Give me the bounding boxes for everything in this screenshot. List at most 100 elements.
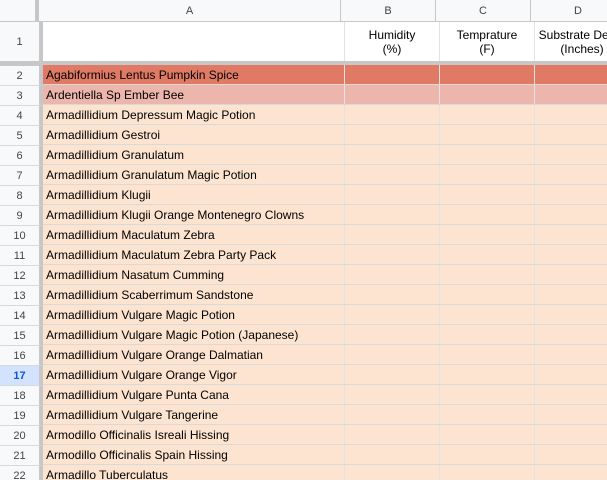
row-number[interactable]: 11 — [0, 246, 43, 266]
select-all-corner[interactable] — [0, 0, 39, 22]
species-name-cell[interactable]: Armadillidium Klugii — [43, 185, 345, 204]
column-header-d[interactable]: D — [531, 0, 607, 22]
species-name-cell[interactable]: Armadillidium Vulgare Magic Potion (Japa… — [43, 325, 345, 344]
cell[interactable] — [535, 405, 607, 424]
cell[interactable] — [440, 425, 535, 444]
column-header-a[interactable]: A — [39, 0, 341, 22]
species-name-cell[interactable]: Armodillo Officinalis Isreali Hissing — [43, 425, 345, 444]
cell[interactable] — [535, 445, 607, 464]
row-number[interactable]: 16 — [0, 346, 43, 366]
species-name-cell[interactable]: Armadillidium Depressum Magic Potion — [43, 105, 345, 124]
column-header-c[interactable]: C — [436, 0, 531, 22]
cell[interactable] — [535, 385, 607, 404]
cell[interactable] — [345, 265, 440, 284]
cell[interactable] — [345, 85, 440, 104]
species-name-cell[interactable]: Armodillo Officinalis Spain Hissing — [43, 445, 345, 464]
header-cell[interactable] — [43, 22, 345, 61]
cell[interactable] — [535, 165, 607, 184]
species-name-cell[interactable]: Armadillo Tuberculatus — [43, 465, 345, 480]
species-name-cell[interactable]: Agabiformius Lentus Pumpkin Spice — [43, 65, 345, 84]
row-number[interactable]: 2 — [0, 66, 43, 86]
cell[interactable] — [345, 185, 440, 204]
cell[interactable] — [345, 305, 440, 324]
frozen-row-divider[interactable] — [0, 61, 607, 65]
cell[interactable] — [535, 185, 607, 204]
cell[interactable] — [535, 345, 607, 364]
cell[interactable] — [345, 445, 440, 464]
species-name-cell[interactable]: Armadillidium Vulgare Magic Potion — [43, 305, 345, 324]
cell[interactable] — [440, 265, 535, 284]
cell[interactable] — [345, 245, 440, 264]
row-number[interactable]: 1 — [0, 22, 43, 62]
row-number[interactable]: 15 — [0, 326, 43, 346]
species-name-cell[interactable]: Armadillidium Vulgare Orange Dalmatian — [43, 345, 345, 364]
row-number[interactable]: 4 — [0, 106, 43, 126]
species-name-cell[interactable]: Armadillidium Klugii Orange Montenegro C… — [43, 205, 345, 224]
row-number[interactable]: 12 — [0, 266, 43, 286]
cell[interactable] — [440, 125, 535, 144]
cell[interactable] — [440, 65, 535, 84]
cell[interactable] — [440, 105, 535, 124]
species-name-cell[interactable]: Armadillidium Vulgare Punta Cana — [43, 385, 345, 404]
cell[interactable] — [535, 65, 607, 84]
cell[interactable] — [345, 105, 440, 124]
cell[interactable] — [535, 245, 607, 264]
cell[interactable] — [535, 305, 607, 324]
row-number[interactable]: 10 — [0, 226, 43, 246]
row-number[interactable]: 17 — [0, 366, 43, 386]
cell[interactable] — [345, 285, 440, 304]
cell[interactable] — [345, 345, 440, 364]
cell[interactable] — [440, 85, 535, 104]
cell[interactable] — [535, 145, 607, 164]
cell[interactable] — [345, 365, 440, 384]
species-name-cell[interactable]: Armadillidium Vulgare Orange Vigor — [43, 365, 345, 384]
cell[interactable] — [440, 285, 535, 304]
header-cell[interactable]: Humidity (%) — [345, 22, 440, 61]
row-number[interactable]: 18 — [0, 386, 43, 406]
cell[interactable] — [345, 65, 440, 84]
species-name-cell[interactable]: Armadillidium Maculatum Zebra — [43, 225, 345, 244]
cell[interactable] — [440, 365, 535, 384]
cell[interactable] — [345, 425, 440, 444]
cell[interactable] — [345, 385, 440, 404]
cell[interactable] — [440, 385, 535, 404]
cell[interactable] — [345, 205, 440, 224]
cell[interactable] — [345, 225, 440, 244]
cell[interactable] — [535, 125, 607, 144]
cell[interactable] — [440, 345, 535, 364]
species-name-cell[interactable]: Armadillidium Gestroi — [43, 125, 345, 144]
species-name-cell[interactable]: Armadillidium Nasatum Cumming — [43, 265, 345, 284]
cell[interactable] — [440, 205, 535, 224]
header-cell[interactable]: Temprature (F) — [440, 22, 535, 61]
cell[interactable] — [345, 465, 440, 480]
cell[interactable] — [440, 305, 535, 324]
cell[interactable] — [440, 225, 535, 244]
species-name-cell[interactable]: Armadillidium Scaberrimum Sandstone — [43, 285, 345, 304]
cell[interactable] — [535, 205, 607, 224]
cell[interactable] — [345, 165, 440, 184]
row-number[interactable]: 5 — [0, 126, 43, 146]
row-number[interactable]: 8 — [0, 186, 43, 206]
cell[interactable] — [535, 105, 607, 124]
species-name-cell[interactable]: Ardentiella Sp Ember Bee — [43, 85, 345, 104]
cell[interactable] — [535, 85, 607, 104]
cell[interactable] — [440, 245, 535, 264]
cell[interactable] — [535, 465, 607, 480]
cell[interactable] — [535, 285, 607, 304]
cell[interactable] — [440, 445, 535, 464]
cell[interactable] — [440, 145, 535, 164]
row-number[interactable]: 21 — [0, 446, 43, 466]
column-header-b[interactable]: B — [341, 0, 436, 22]
species-name-cell[interactable]: Armadillidium Granulatum — [43, 145, 345, 164]
cell[interactable] — [345, 145, 440, 164]
cell[interactable] — [535, 225, 607, 244]
cell[interactable] — [440, 165, 535, 184]
row-number[interactable]: 19 — [0, 406, 43, 426]
row-number[interactable]: 14 — [0, 306, 43, 326]
cell[interactable] — [345, 125, 440, 144]
species-name-cell[interactable]: Armadillidium Granulatum Magic Potion — [43, 165, 345, 184]
row-number[interactable]: 22 — [0, 466, 43, 480]
cell[interactable] — [440, 185, 535, 204]
cell[interactable] — [440, 405, 535, 424]
row-number[interactable]: 7 — [0, 166, 43, 186]
